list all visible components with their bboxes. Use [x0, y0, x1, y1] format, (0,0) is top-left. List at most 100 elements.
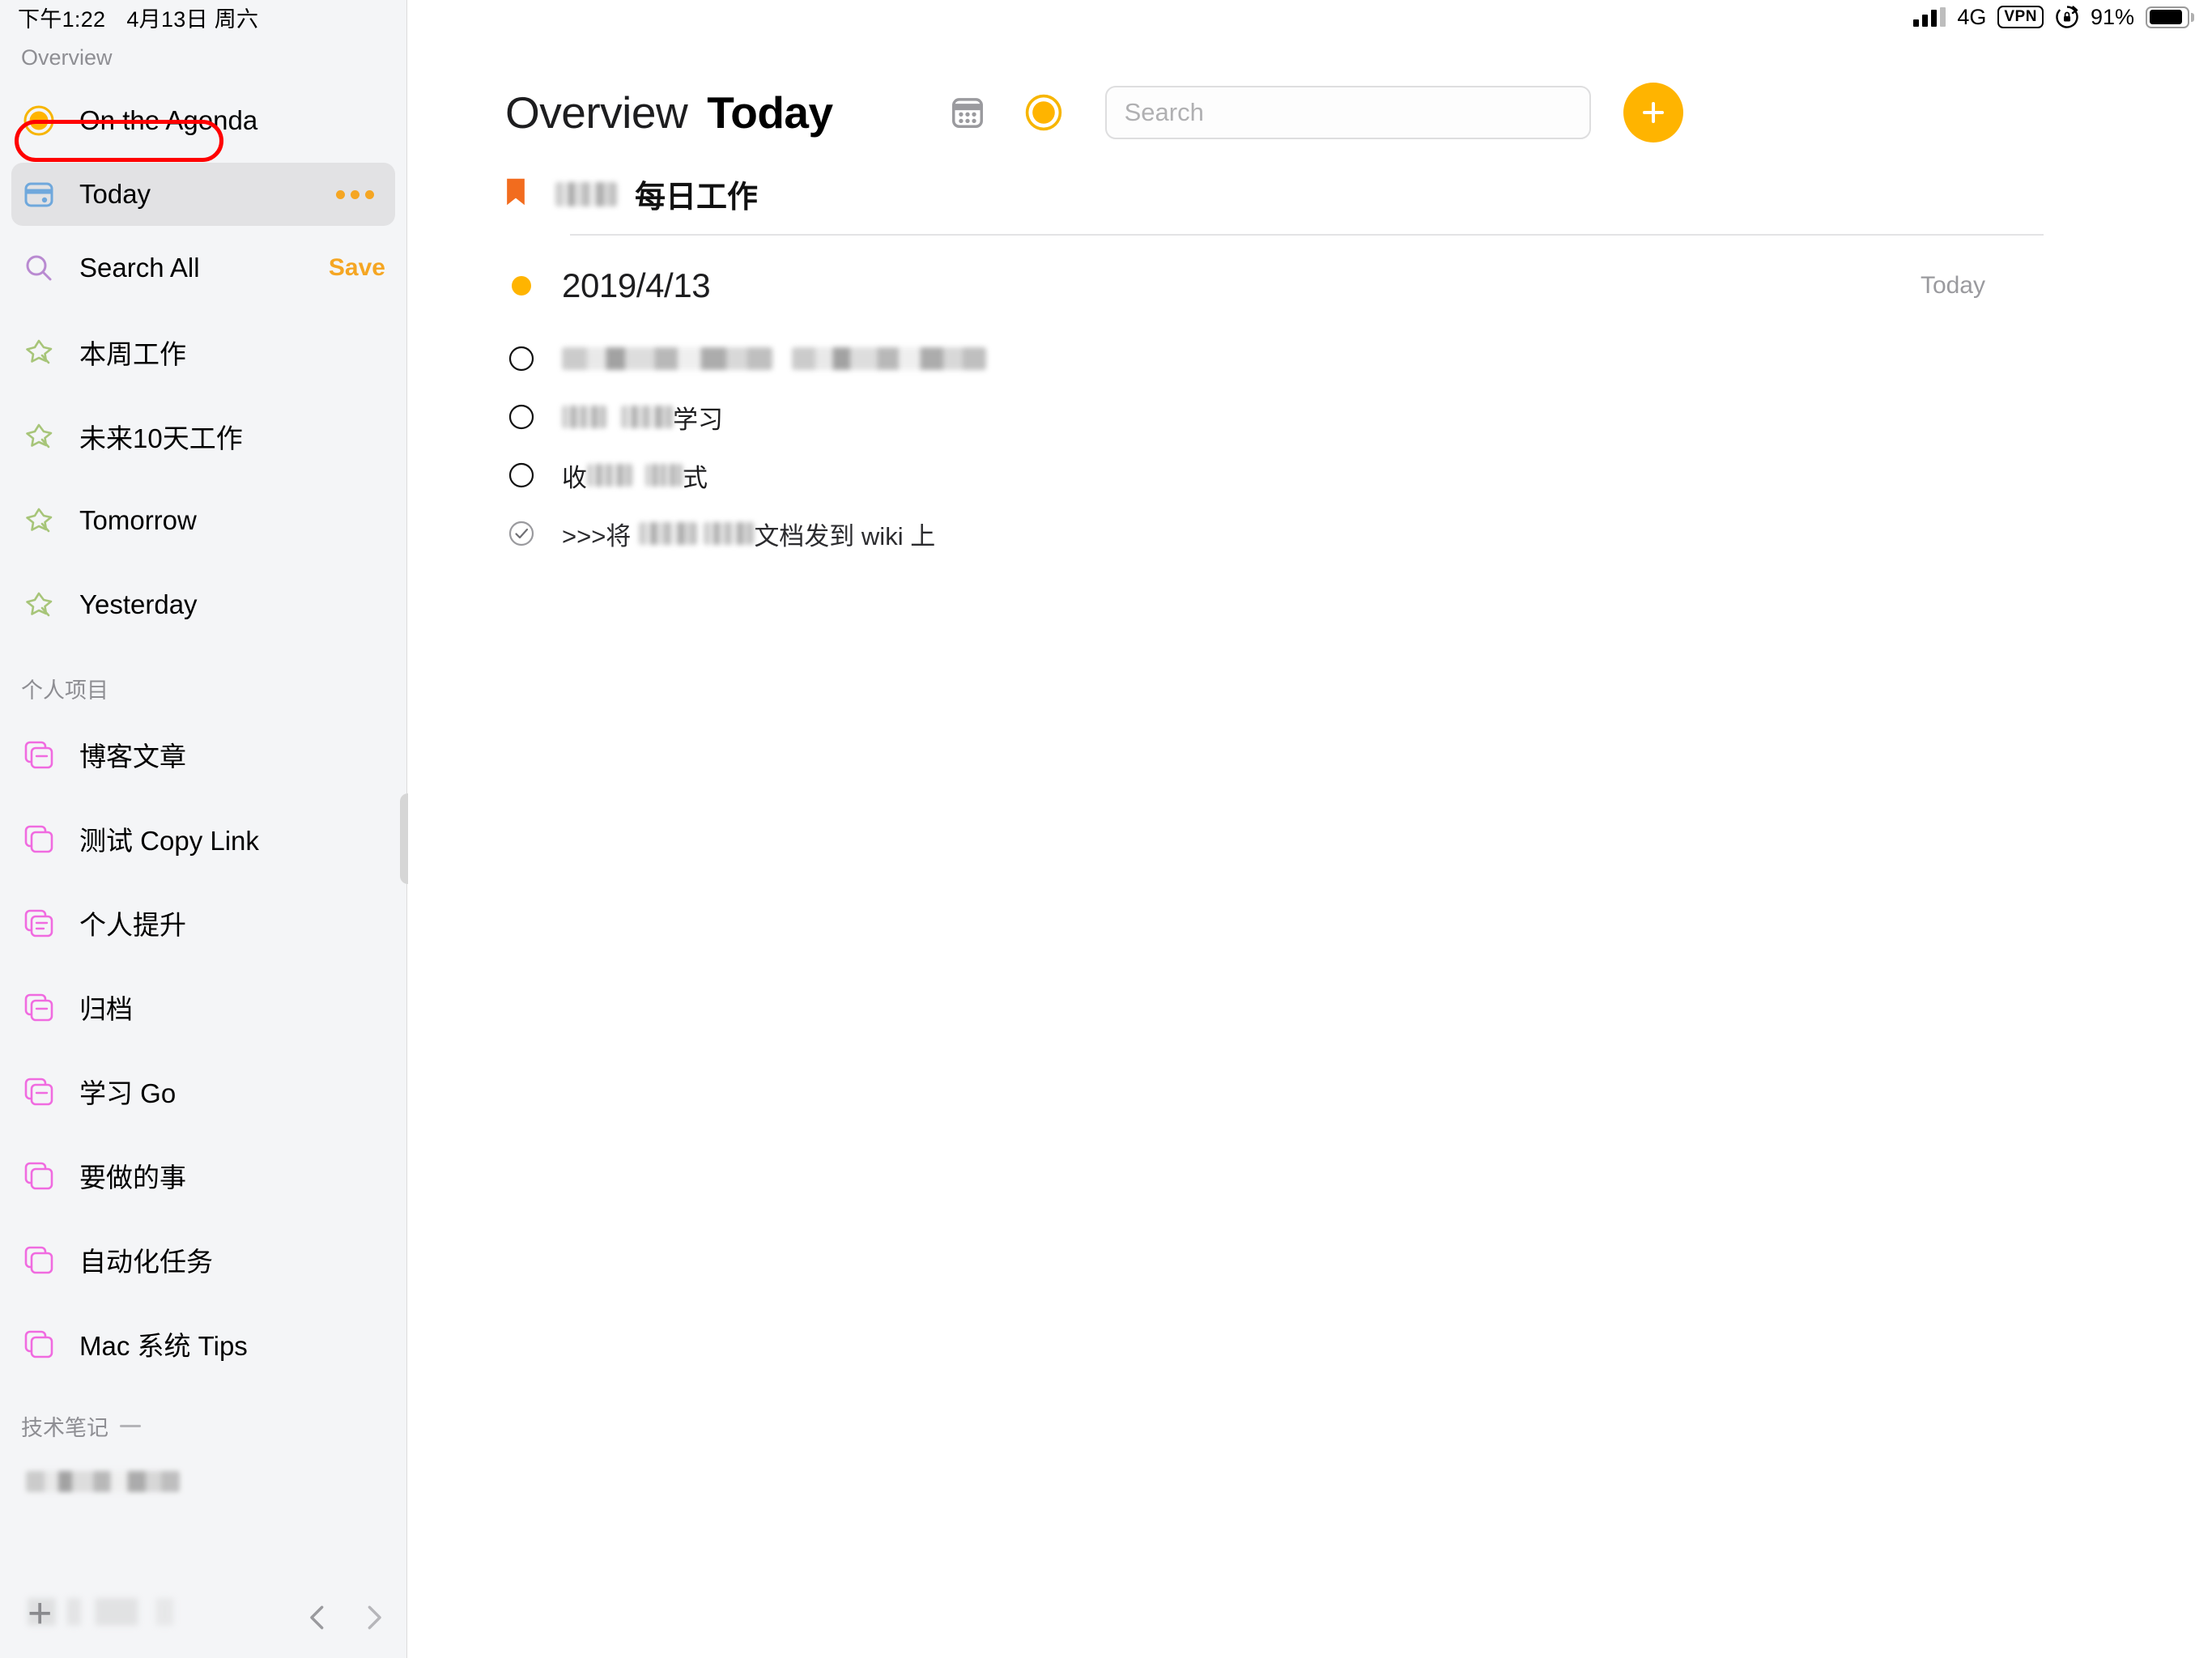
sidebar-item-label: Today: [79, 179, 151, 209]
task-label: [562, 347, 986, 370]
note-header-row[interactable]: 每日工作: [505, 172, 2212, 216]
sidebar-item-label: Search All: [79, 253, 200, 283]
signal-bars-icon: [1913, 7, 1946, 27]
add-note-button[interactable]: [1623, 83, 1683, 142]
section-title: Overview: [21, 45, 113, 70]
main-header: Overview Today: [408, 34, 2212, 142]
status-bar: 下午1:22 4月13日 周六 4G VPN 91%: [0, 0, 2212, 34]
today-more-options-button[interactable]: [336, 189, 374, 199]
sidebar-item-label: 博客文章: [79, 742, 186, 772]
sidebar-bottom-toolbar: +: [0, 1569, 407, 1658]
search-input-container[interactable]: [1104, 86, 1591, 139]
pin-icon: [21, 419, 57, 454]
bookmark-icon[interactable]: [505, 177, 526, 210]
section-title: 个人项目: [21, 678, 108, 703]
task-row[interactable]: 收 式: [505, 457, 2212, 493]
agenda-circle-icon: [21, 103, 57, 138]
page-title: Today: [707, 87, 833, 138]
task-text-prefix: 收: [562, 463, 587, 492]
sidebar-item-label: Tomorrow: [79, 505, 197, 535]
sidebar-item-label: On the Agenda: [79, 105, 258, 135]
sidebar-item-label: 学习 Go: [79, 1078, 177, 1108]
sidebar-item-on-the-agenda[interactable]: On the Agenda: [0, 79, 406, 163]
redacted-label: [26, 1471, 180, 1492]
task-text-visible: 学习: [673, 405, 723, 434]
project-icon: [21, 737, 57, 772]
task-label: 收 式: [562, 457, 708, 494]
sidebar-item-redacted[interactable]: [0, 1450, 406, 1513]
task-row[interactable]: >>>将 文档发到 wiki 上: [505, 516, 2212, 551]
redacted-task-text: [645, 464, 683, 487]
pin-icon: [21, 587, 57, 623]
pin-icon: [21, 503, 57, 538]
redacted-task-text: [587, 464, 632, 487]
sidebar-item-label: Mac 系统 Tips: [79, 1331, 248, 1361]
sidebar-item-label: 本周工作: [79, 339, 186, 369]
sidebar-item-label: 自动化任务: [79, 1247, 213, 1277]
calendar-icon[interactable]: [938, 83, 997, 142]
sidebar-item-learn-go[interactable]: 学习 Go: [0, 1049, 406, 1133]
redacted-note-prefix: [555, 181, 617, 206]
sidebar-item-mac-system-tips[interactable]: Mac 系统 Tips: [0, 1302, 406, 1386]
sidebar-item-yesterday[interactable]: Yesterday: [0, 563, 406, 647]
date-status-dot-icon: [512, 276, 531, 295]
chevron-right-icon[interactable]: [360, 1604, 381, 1630]
status-bar-left: 下午1:22 4月13日 周六: [18, 2, 258, 33]
battery-icon: [2146, 6, 2194, 28]
task-label: >>>将 文档发到 wiki 上: [562, 516, 935, 552]
project-icon: [21, 905, 57, 941]
date-label: 2019/4/13: [562, 266, 711, 304]
sidebar-item-test-copy-link[interactable]: 测试 Copy Link: [0, 797, 406, 881]
add-project-button[interactable]: +: [28, 1592, 52, 1635]
redacted-task-text: [562, 347, 772, 370]
note-title: 每日工作: [635, 181, 759, 215]
sidebar-item-next-10-days-work[interactable]: 未来10天工作: [0, 394, 406, 478]
sidebar-section-personal-projects-header: 个人项目: [0, 647, 406, 712]
circle-unchecked-icon[interactable]: [508, 346, 534, 372]
vpn-badge-icon: VPN: [1997, 5, 2044, 29]
search-icon: [21, 250, 57, 286]
sidebar-section-overview-header: Overview: [0, 34, 406, 79]
sidebar-item-todo[interactable]: 要做的事: [0, 1133, 406, 1218]
collapse-dash-icon[interactable]: [120, 1425, 141, 1427]
circle-unchecked-icon[interactable]: [508, 404, 534, 430]
sidebar-item-archive[interactable]: 归档: [0, 965, 406, 1049]
sidebar-item-label: 要做的事: [79, 1163, 186, 1192]
agenda-circle-icon[interactable]: [1015, 83, 1073, 142]
sidebar-item-label: 归档: [79, 994, 133, 1024]
sidebar-item-tomorrow[interactable]: Tomorrow: [0, 478, 406, 563]
header-toolbar: [938, 83, 1683, 142]
battery-percent-label: 91%: [2090, 4, 2134, 29]
circle-unchecked-icon[interactable]: [508, 462, 534, 488]
task-row[interactable]: [505, 341, 2212, 376]
status-bar-right: 4G VPN 91%: [1913, 5, 2194, 30]
note-divider: [570, 234, 2044, 236]
save-search-button[interactable]: Save: [329, 254, 385, 282]
redacted-task-text: [621, 406, 673, 428]
task-row[interactable]: 学习: [505, 399, 2212, 435]
sidebar-item-search-all[interactable]: Search All Save: [0, 226, 406, 310]
search-input[interactable]: [1124, 98, 1572, 127]
project-icon: [21, 821, 57, 857]
redacted-task-text: [639, 522, 698, 545]
sidebar-item-automation-tasks[interactable]: 自动化任务: [0, 1218, 406, 1302]
circle-checked-icon[interactable]: [508, 521, 534, 546]
sidebar-item-today[interactable]: Today: [11, 163, 395, 226]
chevron-left-icon[interactable]: [304, 1604, 324, 1630]
sidebar-item-blog-articles[interactable]: 博客文章: [0, 712, 406, 797]
sidebar-item-this-week-work[interactable]: 本周工作: [0, 310, 406, 394]
sidebar-item-label: 未来10天工作: [79, 423, 243, 453]
date-group-header[interactable]: 2019/4/13 Today: [505, 266, 2044, 305]
sidebar-item-label: 个人提升: [79, 910, 186, 940]
relative-date-label: Today: [1920, 272, 1985, 299]
project-icon: [21, 1158, 57, 1193]
breadcrumb-parent[interactable]: Overview: [505, 87, 688, 138]
task-label: 学习: [562, 399, 723, 436]
redacted-task-text: [562, 406, 606, 428]
main-content: Overview Today Search 每日工作 2019/4/13 Tod…: [408, 34, 2212, 1658]
sidebar-scroll-area[interactable]: Overview On the Agenda Today Search All …: [0, 34, 406, 1569]
sidebar-item-personal-growth[interactable]: 个人提升: [0, 881, 406, 965]
network-type-label: 4G: [1957, 4, 1987, 29]
sidebar-section-tech-notes-header[interactable]: 技术笔记: [0, 1386, 406, 1450]
project-icon: [21, 989, 57, 1025]
